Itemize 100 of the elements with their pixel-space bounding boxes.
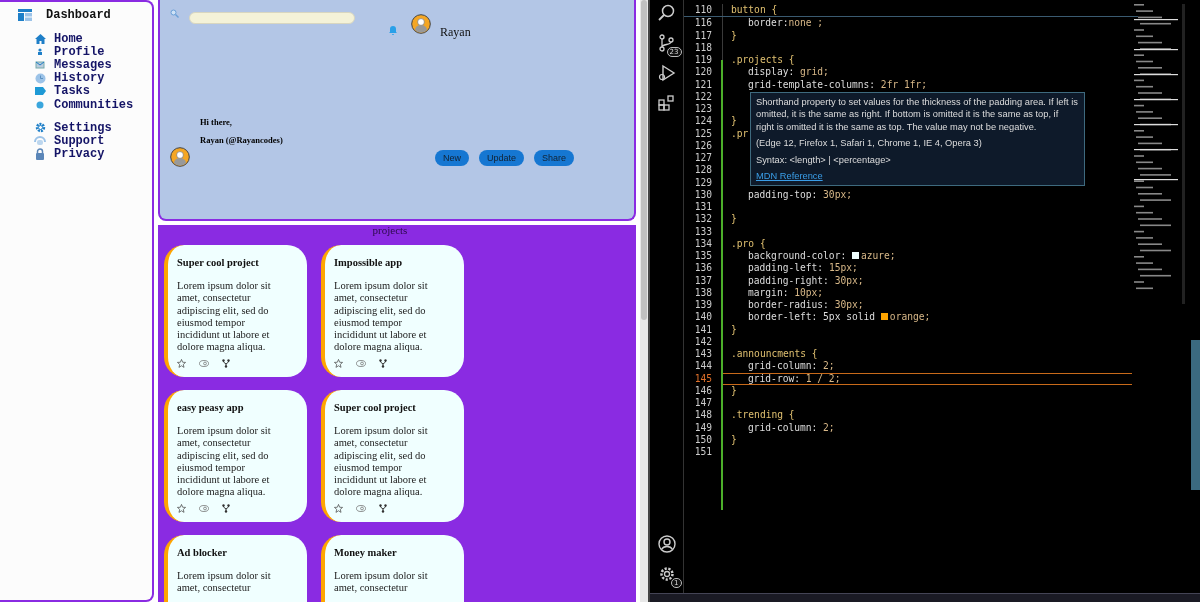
code-line: } [730,29,737,42]
avatar-icon [411,14,431,34]
card-title: Ad blocker [177,547,228,559]
code-line: grid-template-columns: 2fr 1fr; [747,78,928,91]
eye-icon[interactable] [356,505,366,512]
line-number: 135 [693,250,712,263]
account-icon[interactable] [657,535,676,553]
line-number: 137 [693,274,712,287]
scrollbar[interactable] [1191,340,1200,490]
star-icon[interactable] [177,504,186,513]
action-button[interactable]: Update [479,150,525,166]
card-title: Super cool project [177,257,260,269]
color-swatch[interactable] [880,313,888,321]
code-line: padding-left: 15px; [747,262,858,275]
star-icon[interactable] [334,359,343,368]
line-number: 141 [693,323,712,336]
code-text: azure; [860,250,896,261]
card-text: Lorem ipsum dolor sit amet, consectetur [334,570,429,595]
star-icon[interactable] [334,504,343,513]
nav-link[interactable]: Profile [54,44,105,59]
fork-icon[interactable] [222,504,230,513]
code-line: } [730,115,737,128]
envelope-icon [35,60,45,69]
card-text: Lorem ipsum dolor sit amet, consectetur adipiscing elit, sed do eiusmod tempor incididunt ut labore et dolore magna aliqua. [177,425,272,499]
star-icon[interactable] [177,359,186,368]
branch-icon[interactable] [657,34,676,52]
nav-link[interactable]: Privacy [54,147,105,162]
nav-link[interactable]: Tasks [54,84,90,99]
nav-link[interactable]: Support [54,133,105,148]
line-number: 136 [693,262,712,275]
line-number: 146 [693,384,712,397]
line-number: 132 [693,213,712,226]
action-button[interactable]: New [435,150,469,166]
code-line: .announcments { [730,348,818,361]
line-number: 133 [693,225,712,238]
layout-icon [18,9,32,21]
nav-link[interactable]: Home [54,31,83,46]
card-title: Money maker [334,547,398,559]
person-icon [36,47,44,57]
line-number: 119 [693,54,712,67]
line-number: 144 [693,360,712,373]
line-number: 148 [693,409,712,422]
play-icon[interactable] [657,64,676,82]
fork-icon[interactable] [379,504,387,513]
minimap-drawing[interactable] [1134,4,1186,304]
line-number: 124 [693,115,712,128]
search-field[interactable] [189,12,355,24]
code-line: padding-right: 30px; [747,274,864,287]
app-title: Dashboard [46,8,111,22]
fork-icon[interactable] [222,359,230,368]
eye-icon[interactable] [199,360,209,367]
code-line: } [730,323,737,336]
nav-link[interactable]: History [54,71,105,86]
code-line: padding-top: 30px; [747,188,852,201]
scrollbar[interactable] [640,0,648,602]
line-number: 128 [693,164,712,177]
line-number: 118 [693,41,712,54]
code-line: display: grid; [747,66,829,79]
code-line: grid-column: 2; [747,360,835,373]
card-text: Lorem ipsum dolor sit amet, consectetur adipiscing elit, sed do eiusmod tempor incididunt ut labore et dolore magna aliqua. [334,280,429,354]
line-number: 116 [693,17,712,30]
color-swatch[interactable] [851,252,859,259]
settings-icon[interactable] [657,565,676,583]
code-text: background-color: [748,250,848,261]
eye-icon[interactable] [356,360,366,367]
browser-support-text: (Edge 12, Firefox 1, Safari 1, Chrome 1, IE 4, Opera 3) [756,138,982,149]
line-number: 139 [693,299,712,312]
code-line: grid-row: 1 / 2; [747,372,841,385]
reference-link[interactable]: MDN Reference [756,171,823,182]
dot-icon [36,100,44,109]
section-title: projects [371,225,409,236]
bell-icon [389,26,397,35]
line-number: 140 [693,311,712,324]
nav-link[interactable]: Messages [54,57,112,72]
line-number: 149 [693,421,712,434]
card-title: Super cool project [334,402,417,414]
line-number: 120 [693,66,712,79]
tooltip-description: Shorthand property to set values for the thickness of the padding area. If left is omitted, it is the same as right. If bottom is omitted it is the same as top, if right is omitted it is the same as top. The value may not be negative. [756,97,1078,132]
nav-link[interactable]: Settings [54,120,112,135]
code-line: } [730,384,737,397]
clock-icon [34,72,46,84]
line-number: 145 [693,372,712,385]
eye-icon[interactable] [199,505,209,512]
fork-icon[interactable] [379,359,387,368]
line-number: 131 [693,201,712,214]
code-line: .projects { [730,54,795,67]
action-button[interactable]: Share [534,150,575,166]
blocks-icon[interactable] [657,94,676,112]
code-line: } [730,213,737,226]
code-line: } [730,433,737,446]
line-number: 121 [693,78,712,91]
code-text: border-left: 5px solid [748,311,877,323]
nav-link[interactable]: Communities [54,97,134,112]
search-icon[interactable] [657,4,676,22]
code-line: .trending { [730,409,795,422]
line-number: 126 [693,139,712,152]
headset-icon [34,135,46,147]
line-number: 142 [693,335,712,348]
card-text: Lorem ipsum dolor sit amet, consectetur [177,570,272,595]
code-line: border-radius: 30px; [747,299,864,312]
